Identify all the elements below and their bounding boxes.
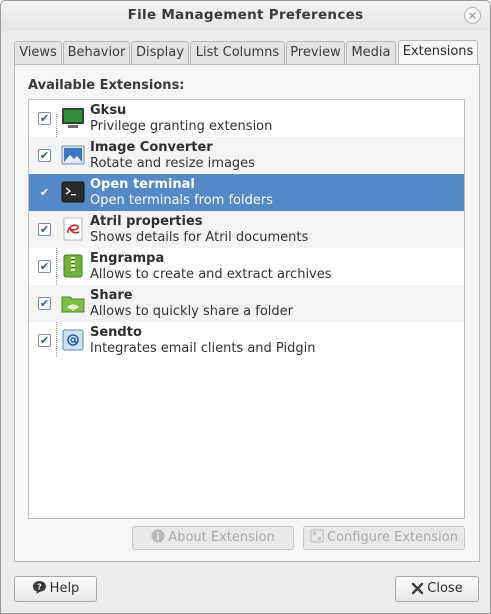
configure-extension-label: Configure Extension [327,530,458,545]
terminal-icon [61,180,85,204]
window-title: File Management Preferences [127,7,364,23]
close-label: Close [427,581,463,596]
extension-description: Allows to create and extract archives [90,267,332,282]
enable-checkbox[interactable]: ✔ [38,223,51,236]
tab-extensions[interactable]: Extensions [398,40,478,66]
extension-description: Allows to quickly share a folder [90,304,294,319]
about-extension-label: About Extension [168,530,275,545]
image-icon [61,143,85,167]
enable-checkbox[interactable]: ✔ [38,186,51,199]
list-item[interactable]: ✔ Gksu Privilege granting extension [29,100,464,137]
email-icon [61,328,85,352]
configure-extension-button[interactable]: Configure Extension [303,526,465,550]
extension-description: Rotate and resize images [90,156,255,171]
help-label: Help [49,581,80,596]
share-folder-icon [61,291,85,315]
extensions-panel: Available Extensions: ✔ Gksu Privilege g… [14,64,480,562]
available-extensions-label: Available Extensions: [28,78,185,93]
extension-name: Image Converter [90,140,213,155]
atril-icon [61,217,85,241]
help-button[interactable]: ? Help [14,576,97,602]
extension-name: Share [90,288,133,303]
extension-description: Privilege granting extension [90,119,273,134]
tab-views[interactable]: Views [14,41,62,65]
extension-name: Open terminal [90,177,195,192]
enable-checkbox[interactable]: ✔ [38,297,51,310]
about-extension-button[interactable]: About Extension [132,526,294,550]
list-item[interactable]: ✔ Image Converter Rotate and resize imag… [29,137,464,174]
tab-preview[interactable]: Preview [286,41,345,65]
close-icon [411,580,424,604]
extension-description: Open terminals from folders [90,193,273,208]
extensions-list: ✔ Gksu Privilege granting extension ✔ Im… [28,99,465,519]
tab-media[interactable]: Media [346,41,396,65]
info-icon [151,529,165,543]
extension-description: Shows details for Atril documents [90,230,309,245]
preferences-window: File Management Preferences × Views Beha… [0,0,491,614]
svg-text:?: ? [37,582,42,591]
configure-icon [310,529,324,543]
list-item[interactable]: ✔ Engrampa Allows to create and extract … [29,248,464,285]
enable-checkbox[interactable]: ✔ [38,260,51,273]
enable-checkbox[interactable]: ✔ [38,149,51,162]
list-item[interactable]: ✔ Open terminal Open terminals from fold… [29,174,464,211]
window-close-button[interactable]: × [464,7,481,24]
extension-name: Atril properties [90,214,203,229]
list-item[interactable]: ✔ Sendto Integrates email clients and Pi… [29,322,464,359]
tab-display[interactable]: Display [131,41,189,65]
enable-checkbox[interactable]: ✔ [38,334,51,347]
extension-description: Integrates email clients and Pidgin [90,341,316,356]
help-icon: ? [32,580,47,604]
archive-icon [61,254,85,278]
tab-behavior[interactable]: Behavior [63,41,130,65]
close-button[interactable]: Close [395,576,479,602]
tab-list-columns[interactable]: List Columns [190,41,285,65]
list-item[interactable]: ✔ Share Allows to quickly share a folder [29,285,464,322]
extension-name: Sendto [90,325,142,340]
extension-name: Gksu [90,103,127,118]
list-item[interactable]: ✔ Atril properties Shows details for Atr… [29,211,464,248]
monitor-icon [61,106,85,130]
extension-name: Engrampa [90,251,165,266]
title-bar[interactable]: File Management Preferences × [1,1,490,31]
enable-checkbox[interactable]: ✔ [38,112,51,125]
